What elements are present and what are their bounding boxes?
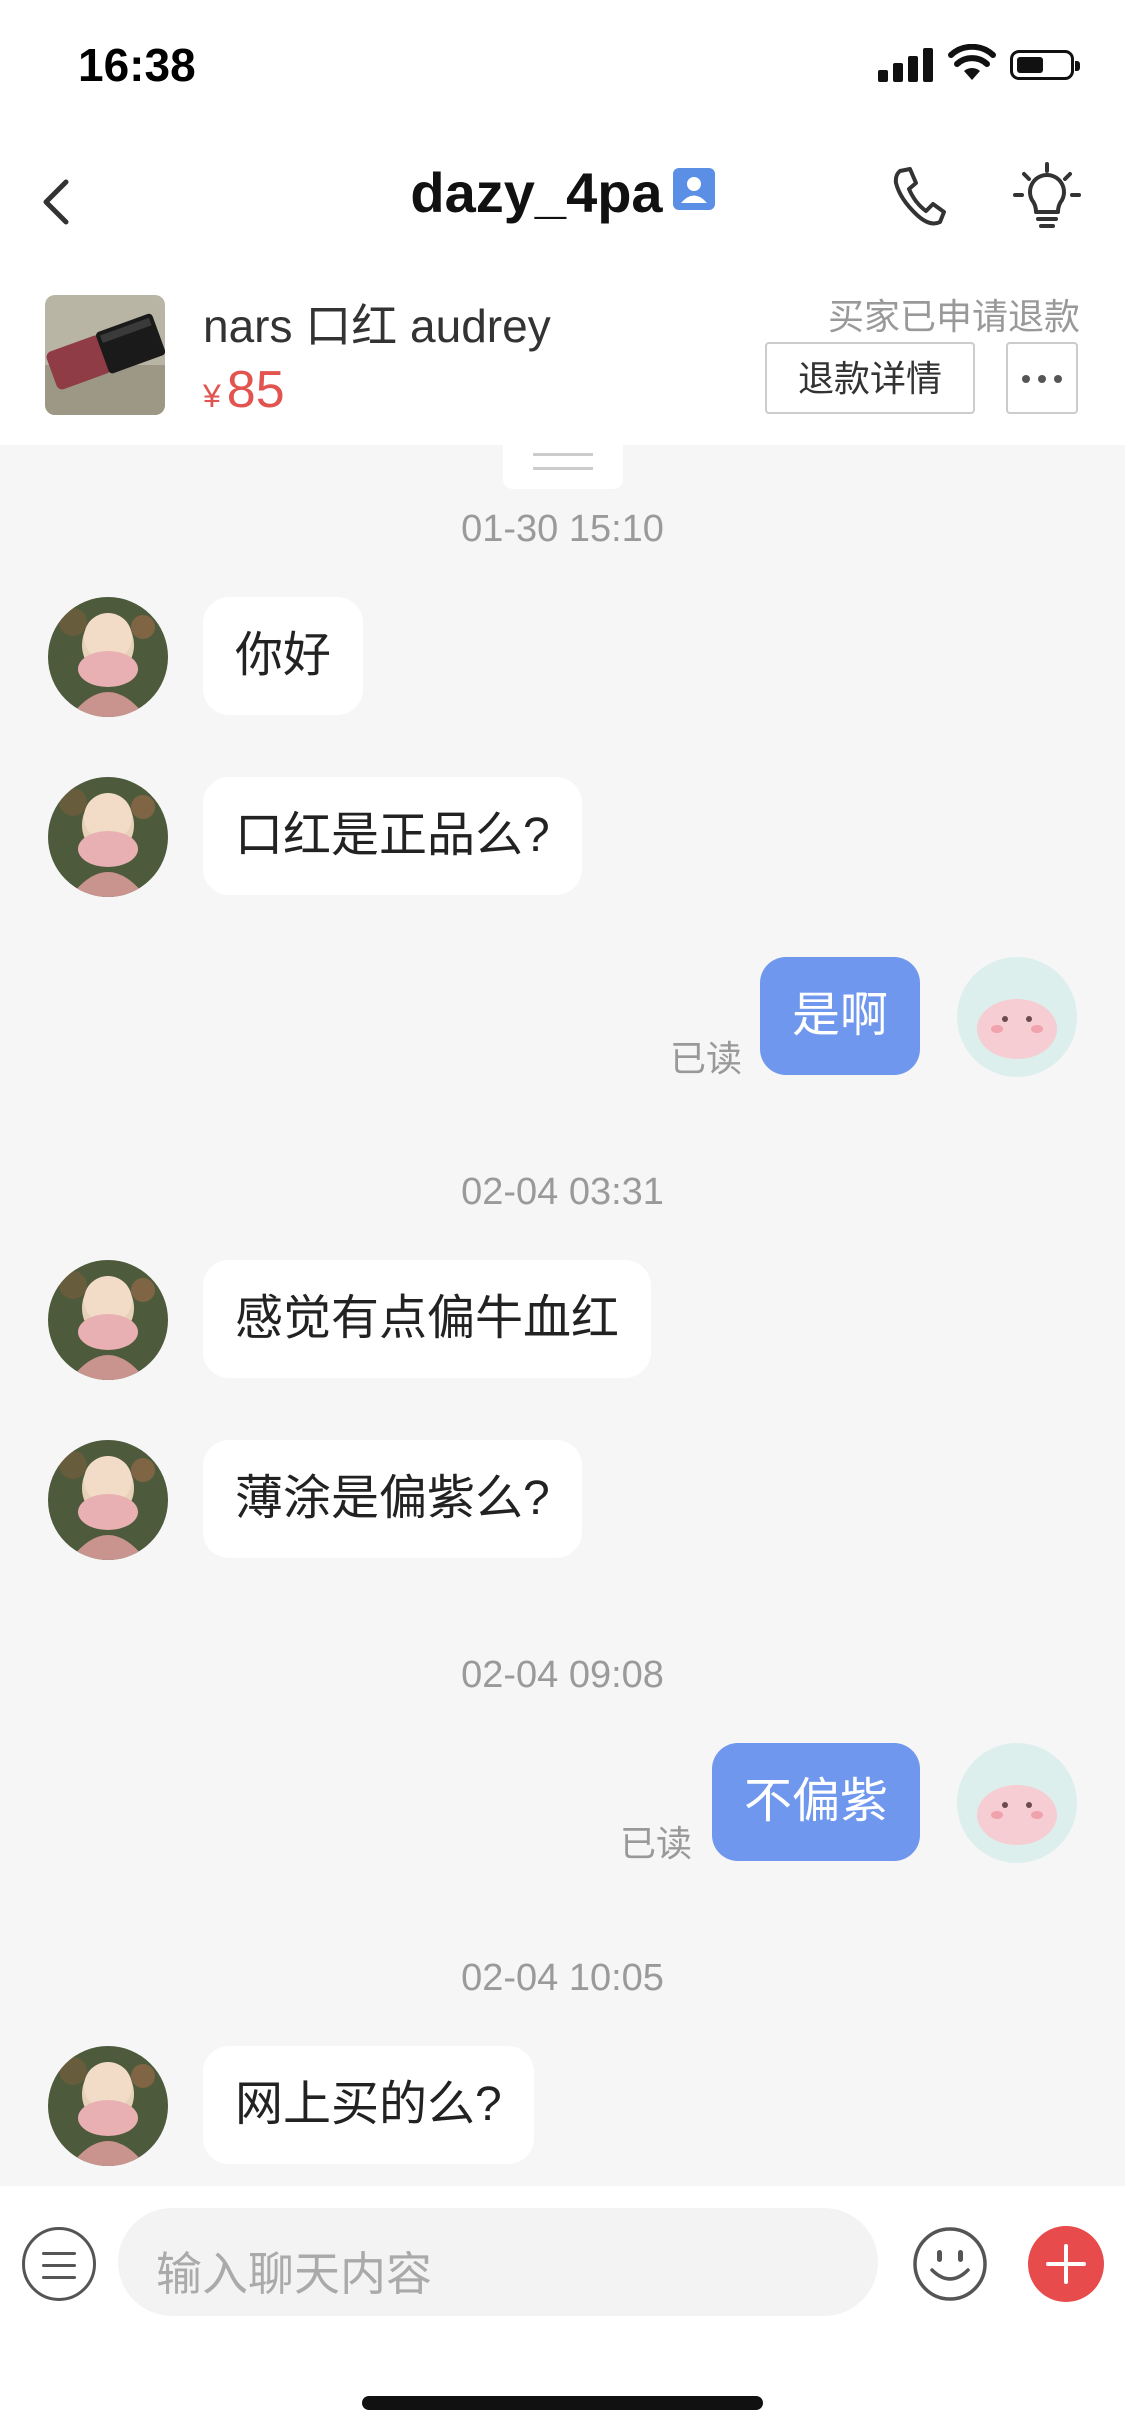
- message-bubble-incoming[interactable]: 你好: [203, 597, 364, 715]
- title-bar: dazy_4pa: [0, 160, 1125, 225]
- more-icon[interactable]: [1006, 342, 1078, 414]
- message-timestamp: 01-30 15:10: [461, 508, 664, 550]
- sender-avatar[interactable]: [48, 597, 168, 717]
- refund-status: 买家已申请退款: [827, 296, 1080, 337]
- home-indicator[interactable]: [362, 2396, 763, 2410]
- signal-icon: [878, 48, 933, 82]
- product-name: nars 口红 audrey: [203, 300, 551, 352]
- history-pull-handle[interactable]: [503, 445, 623, 489]
- message-timestamp: 02-04 09:08: [461, 1654, 664, 1696]
- message-bubble-incoming[interactable]: 口红是正品么?: [203, 777, 582, 895]
- price-value: 85: [226, 361, 285, 419]
- sender-avatar[interactable]: [48, 2046, 168, 2166]
- status-time: 16:38: [78, 39, 196, 91]
- plus-icon[interactable]: [1028, 2226, 1104, 2302]
- message-bubble-incoming[interactable]: 薄涂是偏紫么?: [203, 1440, 582, 1558]
- my-avatar[interactable]: [957, 957, 1077, 1077]
- phone-icon[interactable]: [890, 165, 946, 227]
- emoji-icon[interactable]: [912, 2226, 988, 2302]
- currency-symbol: ¥: [203, 378, 221, 414]
- message-bubble-incoming[interactable]: 网上买的么?: [203, 2046, 534, 2164]
- battery-icon: [1010, 50, 1080, 80]
- message-timestamp: 02-04 03:31: [461, 1171, 664, 1213]
- message-bubble-incoming[interactable]: 感觉有点偏牛血红: [203, 1260, 652, 1378]
- message-bubble-outgoing[interactable]: 不偏紫: [711, 1743, 920, 1861]
- verified-user-icon: [672, 167, 715, 210]
- wifi-icon: [948, 44, 996, 80]
- read-receipt: 已读: [620, 1823, 693, 1864]
- my-avatar[interactable]: [957, 1743, 1077, 1863]
- input-placeholder: 输入聊天内容: [156, 2248, 432, 2300]
- refund-details-button[interactable]: 退款详情: [765, 342, 975, 414]
- sender-avatar[interactable]: [48, 1260, 168, 1380]
- lightbulb-icon[interactable]: [1012, 162, 1082, 232]
- sender-avatar[interactable]: [48, 777, 168, 897]
- menu-icon[interactable]: [22, 2227, 96, 2301]
- message-timestamp: 02-04 10:05: [461, 1957, 664, 1999]
- message-input[interactable]: 输入聊天内容: [118, 2208, 878, 2316]
- product-thumbnail[interactable]: [45, 295, 165, 415]
- sender-avatar[interactable]: [48, 1440, 168, 1560]
- read-receipt: 已读: [670, 1038, 743, 1079]
- chat-title[interactable]: dazy_4pa: [410, 160, 662, 225]
- message-bubble-outgoing[interactable]: 是啊: [759, 957, 920, 1075]
- product-price: ¥85: [203, 360, 285, 420]
